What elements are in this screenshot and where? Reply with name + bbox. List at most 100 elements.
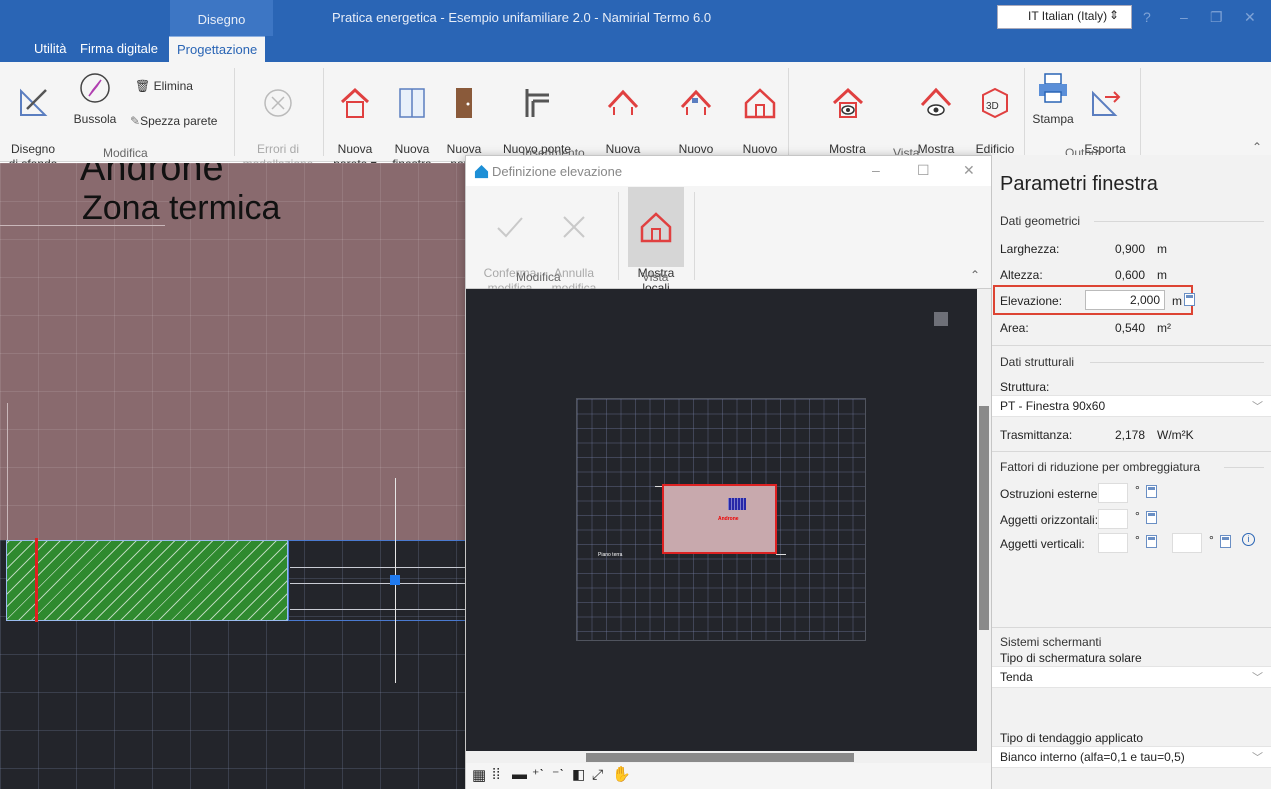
- degree-unit: °: [1135, 483, 1140, 497]
- zone-name-label: Androne: [80, 163, 224, 189]
- calculator-icon[interactable]: [1220, 535, 1231, 548]
- dialog-minimize-icon[interactable]: –: [872, 162, 880, 178]
- degree-unit: °: [1135, 509, 1140, 523]
- close-icon[interactable]: ✕: [1244, 9, 1256, 26]
- door-icon: [456, 88, 472, 118]
- divider: [992, 451, 1271, 452]
- elevazione-input[interactable]: 2,000: [1085, 290, 1165, 310]
- hatched-wall[interactable]: [6, 540, 288, 621]
- minimize-icon[interactable]: –: [1180, 9, 1188, 25]
- elimina-button[interactable]: 🗑 Elimina: [135, 79, 193, 93]
- errori-modellazione-button[interactable]: Errori di modellazione: [240, 70, 316, 172]
- properties-panel: Parametri finestra Dati geometrici Largh…: [992, 155, 1271, 789]
- snap-handle[interactable]: [390, 575, 400, 585]
- spin-icon[interactable]: ⇕: [1109, 8, 1119, 22]
- pen-icon: ✎: [130, 114, 141, 128]
- elevazione-label: Elevazione:: [1000, 294, 1063, 308]
- room-icon: [744, 88, 776, 119]
- calculator-icon[interactable]: [1146, 485, 1157, 498]
- section-ombreggiatura: Fattori di riduzione per ombreggiatura: [1000, 460, 1201, 474]
- ostruzioni-input[interactable]: [1098, 483, 1128, 503]
- tipo-tendaggio-value: Bianco interno (alfa=0,1 e tau=0,5): [1000, 750, 1185, 764]
- spezza-parete-button[interactable]: ✎Spezza parete: [130, 114, 217, 128]
- cube-3d-icon: 3D: [982, 87, 1008, 119]
- zoom-extents-icon[interactable]: ⤢: [592, 766, 603, 783]
- check-icon: [497, 217, 523, 238]
- stampa-label: Stampa: [1032, 112, 1074, 126]
- wall-anchor-view-icon: [832, 87, 863, 118]
- context-tab-disegno[interactable]: Disegno: [170, 0, 273, 36]
- snap-icon[interactable]: ▬: [512, 766, 527, 783]
- separator: [1140, 68, 1141, 156]
- nuova-finestra-button[interactable]: Nuova finestra: [388, 70, 436, 172]
- aggetti-verticali-input-2[interactable]: [1172, 533, 1202, 553]
- wall-line: [290, 609, 466, 610]
- nuova-parete-button[interactable]: Nuova parete ▾: [330, 70, 380, 172]
- window-icon: [399, 88, 425, 118]
- group-modifica: Modifica: [103, 146, 148, 160]
- separator: [694, 192, 695, 280]
- struttura-dropdown[interactable]: PT - Finestra 90x60 ﹀: [992, 395, 1271, 417]
- tipo-schermatura-dropdown[interactable]: Tenda ﹀: [992, 666, 1271, 688]
- aggetti-orizzontali-input[interactable]: [1098, 509, 1128, 529]
- info-icon[interactable]: i: [1242, 533, 1255, 546]
- restore-icon[interactable]: ❐: [1210, 9, 1223, 26]
- ribbon: Disegno di sfondo Bussola 🗑 Elimina ✎Spe…: [0, 62, 1271, 171]
- language-selector[interactable]: IT Italian (Italy) ⇕: [997, 5, 1132, 29]
- mostra-locali-button[interactable]: Mostra locali: [628, 187, 684, 295]
- dialog-group-vista: Vista: [642, 270, 669, 284]
- window-element[interactable]: [728, 498, 746, 510]
- area-value: 0,540: [1115, 321, 1146, 335]
- error-circle-icon: [264, 89, 292, 117]
- view-toolbar: ▦ ⁞⁞ ▬ ⁺ˋ ⁻ˋ ◧ ⤢ ✋: [466, 763, 991, 789]
- stampa-button[interactable]: Stampa: [1030, 70, 1076, 127]
- divider: [1094, 221, 1264, 222]
- aggetti-orizzontali-label: Aggetti orizzontali:: [1000, 513, 1099, 527]
- aggetti-verticali-input-1[interactable]: [1098, 533, 1128, 553]
- dialog-group-modifica: Modifica: [516, 270, 561, 284]
- spezza-parete-label: Spezza parete: [140, 114, 218, 128]
- disegno-di-sfondo-button[interactable]: Disegno di sfondo: [2, 70, 64, 172]
- help-icon[interactable]: ?: [1143, 9, 1151, 25]
- trasmittanza-unit: W/m²K: [1157, 428, 1194, 442]
- pan-hand-icon[interactable]: ✋: [612, 765, 631, 783]
- larghezza-value: 0,900: [1115, 242, 1146, 256]
- collapse-ribbon-icon[interactable]: ⌃: [1252, 140, 1262, 154]
- ostruzioni-label: Ostruzioni esterne:: [1000, 487, 1101, 501]
- elevazione-unit: m: [1172, 294, 1182, 308]
- horizontal-scroll-thumb[interactable]: [586, 753, 854, 762]
- skylight-icon: [680, 89, 712, 115]
- trasmittanza-value: 2,178: [1115, 428, 1146, 442]
- calculator-icon[interactable]: [1184, 293, 1195, 306]
- zoom-in-icon[interactable]: ⁺ˋ: [532, 766, 544, 783]
- tab-progettazione[interactable]: Progettazione: [169, 36, 266, 62]
- view-options-button[interactable]: [934, 312, 948, 326]
- drawing-canvas[interactable]: Androne Zona termica: [0, 163, 466, 789]
- dialog-collapse-icon[interactable]: ⌃: [970, 268, 980, 282]
- separator: [618, 192, 619, 280]
- tab-utilita[interactable]: Utilità: [26, 36, 75, 62]
- struttura-label: Struttura:: [1000, 380, 1050, 394]
- bussola-button[interactable]: Bussola: [72, 70, 118, 127]
- tipo-tendaggio-label: Tipo di tendaggio applicato: [1000, 731, 1143, 745]
- svg-text:3D: 3D: [986, 101, 999, 112]
- tab-firma-digitale[interactable]: Firma digitale: [72, 36, 166, 62]
- grid-icon[interactable]: ▦: [472, 766, 486, 784]
- zone-edge-line: [7, 403, 8, 541]
- separator: [234, 68, 235, 156]
- zoom-out-icon[interactable]: ⁻ˋ: [552, 766, 564, 783]
- room-icon: [640, 212, 672, 243]
- vertical-scroll-thumb[interactable]: [979, 406, 989, 630]
- window-marker[interactable]: [35, 538, 38, 622]
- tipo-tendaggio-dropdown[interactable]: Bianco interno (alfa=0,1 e tau=0,5) ﹀: [992, 746, 1271, 768]
- zoom-window-icon[interactable]: ◧: [572, 766, 585, 783]
- app-title: Pratica energetica - Esempio unifamiliar…: [332, 10, 712, 25]
- struttura-value: PT - Finestra 90x60: [1000, 399, 1106, 413]
- dialog-maximize-icon[interactable]: ☐: [917, 162, 930, 179]
- calculator-icon[interactable]: [1146, 535, 1157, 548]
- calculator-icon[interactable]: [1146, 511, 1157, 524]
- dots-grid-icon[interactable]: ⁞⁞: [492, 766, 500, 783]
- dialog-close-icon[interactable]: ✕: [963, 162, 975, 179]
- chevron-down-icon: ﹀: [1252, 752, 1263, 764]
- chevron-down-icon: ﹀: [1252, 672, 1263, 684]
